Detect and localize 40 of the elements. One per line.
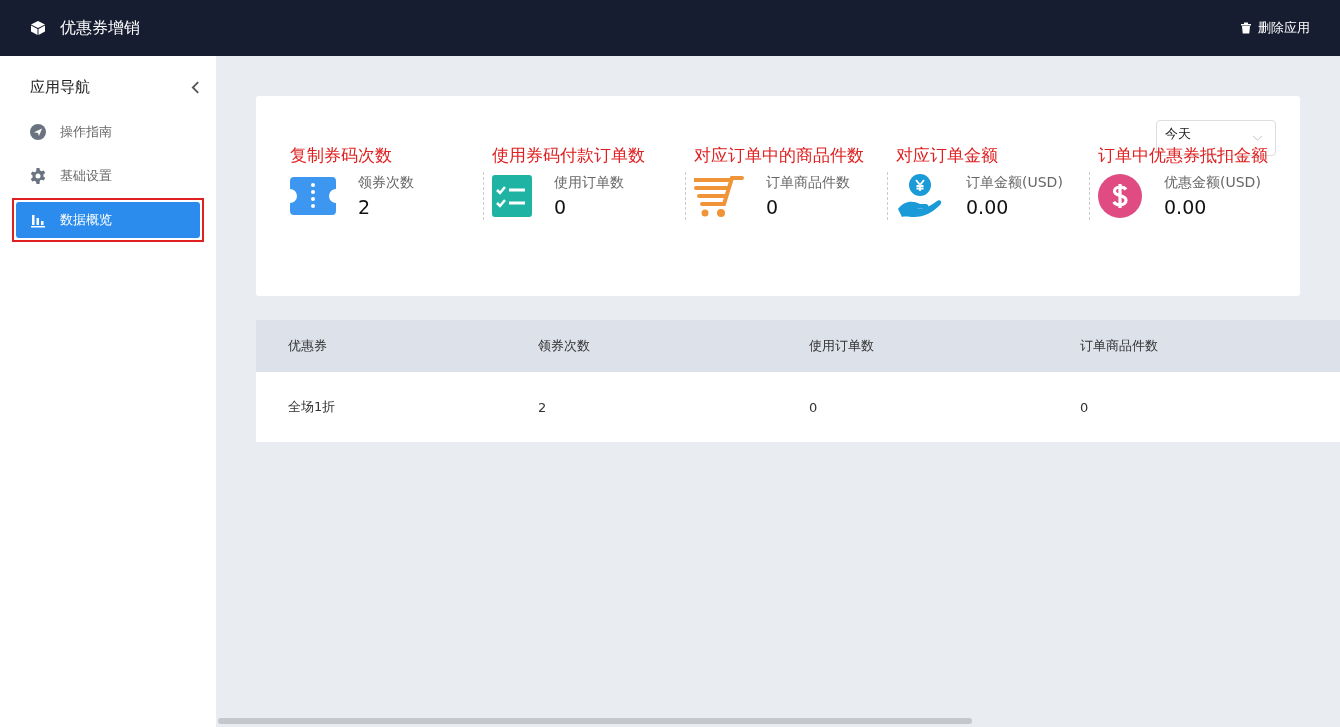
stat-label: 订单商品件数 (766, 174, 850, 192)
dollar-coin-icon (1098, 174, 1142, 218)
checklist-icon (492, 175, 532, 217)
sidebar-title: 应用导航 (30, 77, 90, 97)
stat-value: 0 (554, 196, 568, 218)
stat-label: 优惠金额(USD) (1164, 174, 1261, 192)
annotation-text: 对应订单金额 (896, 144, 999, 167)
app-title: 优惠券增销 (60, 17, 140, 39)
stat-label: 领券次数 (358, 174, 414, 192)
dropdown-caret-icon (1252, 134, 1263, 142)
stat-value: 0.00 (1164, 196, 1208, 218)
hand-with-coin-icon (896, 173, 944, 219)
ticket-icon (290, 177, 336, 215)
shopping-cart-icon (694, 174, 744, 218)
table-cell-text: 全场1折 (288, 398, 337, 416)
stat-value: 2 (358, 196, 372, 218)
collapse-chevron-icon[interactable] (191, 80, 200, 94)
column-header: 领券次数 (538, 337, 591, 355)
nav-item[interactable]: 数据概览 (16, 202, 200, 238)
horizontal-scrollbar[interactable] (218, 718, 972, 724)
stat-value: 0 (766, 196, 780, 218)
delete-app-button[interactable]: 删除应用 (1240, 17, 1310, 39)
annotation-text: 使用券码付款订单数 (492, 144, 646, 167)
stat-label: 订单金额(USD) (966, 174, 1063, 192)
gear-icon (30, 168, 46, 184)
column-header: 优惠券 (288, 337, 328, 355)
table-cell-text: 0 (1080, 399, 1090, 415)
trash-icon (1240, 22, 1252, 34)
stat-label: 使用订单数 (554, 174, 624, 192)
cube-icon (30, 20, 46, 36)
column-header: 使用订单数 (809, 337, 875, 355)
column-header: 订单商品件数 (1080, 337, 1159, 355)
annotation-text: 复制券码次数 (290, 144, 393, 167)
stat-value: 0.00 (966, 196, 1010, 218)
table-cell-text: 2 (538, 399, 548, 415)
nav-item[interactable]: 操作指南 (16, 114, 200, 150)
bar-chart-icon (30, 212, 46, 228)
annotation-text: 对应订单中的商品件数 (694, 144, 865, 167)
nav-item[interactable]: 基础设置 (16, 158, 200, 194)
table-cell-text: 0 (809, 399, 819, 415)
